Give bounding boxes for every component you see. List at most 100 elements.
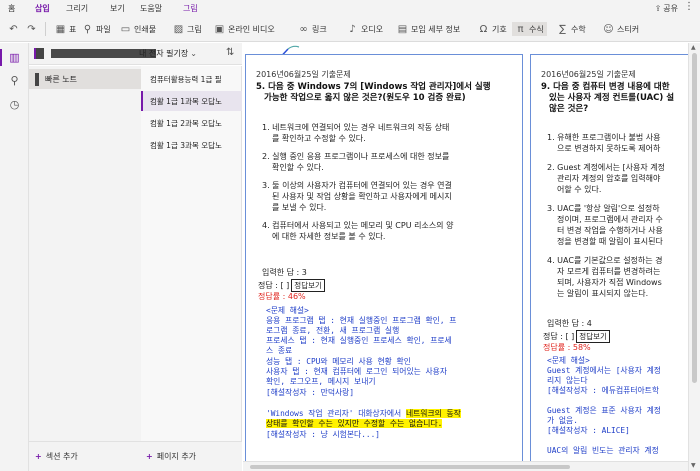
correct-answer-label: 정답 : [ ] — [258, 281, 290, 290]
option-3-line1: 3. 둘 이상의 사용자가 컴퓨터에 연결되어 있는 경우 연결 — [262, 181, 452, 190]
explanation-line: <문제 해설> — [547, 356, 590, 365]
page-item[interactable]: 컴활 1급 3과목 오답노 — [141, 135, 242, 155]
option-4-line1: 4. 컴퓨터에서 사용되고 있는 메모리 및 CPU 리소스의 양 — [262, 221, 454, 230]
printout-icon: ▭ — [120, 23, 131, 35]
math-button[interactable]: ∑ 수학 — [557, 22, 586, 36]
tab-insert[interactable]: 삽입 — [35, 3, 50, 18]
link-icon: ∞ — [299, 23, 308, 35]
option-2-line1: 2. 실행 중인 응용 프로그램이나 프로세스에 대한 정보를 — [262, 152, 450, 161]
option-3-line4: 정을 변경할 때 알림이 표시된다 — [557, 237, 663, 246]
explanation-line: 스 종료 — [266, 346, 293, 355]
chevron-down-icon: ⌄ — [190, 49, 197, 58]
video-icon: ▣ — [214, 23, 225, 35]
pi-icon: π — [517, 23, 524, 35]
option-2-line2: 확인할 수 있다. — [272, 163, 324, 172]
note-date: 2016년06월25일 기출문제 — [256, 70, 351, 79]
tab-home[interactable]: 홈 — [8, 3, 15, 14]
note-container-q5[interactable]: 2016년06월25일 기출문제 5. 다음 중 Windows 7의 [Win… — [245, 54, 523, 471]
page-item[interactable]: 컴퓨터활용능력 1급 필 — [141, 69, 242, 89]
option-2-line2: 관리자 계정의 암호를 입력해야 — [557, 174, 661, 183]
option-1-line1: 1. 네트워크에 연결되어 있는 경우 네트워크의 작동 상태 — [262, 123, 450, 132]
option-4-line1: 4. UAC를 기본값으로 설정하는 경 — [547, 256, 663, 265]
page-item-selected[interactable]: 컴활 1급 1과목 오답노 — [141, 91, 242, 111]
insert-picture-label: 그림 — [187, 24, 202, 34]
table-icon: ▦ — [55, 23, 66, 35]
page-list: 컴퓨터활용능력 1급 필 컴활 1급 1과목 오답노 컴활 1급 2과목 오답노… — [141, 66, 242, 441]
more-options-button[interactable]: ⋮ — [684, 1, 694, 12]
sort-pages-icon[interactable]: ⇅ — [226, 47, 234, 58]
math-icon: ∑ — [559, 23, 566, 35]
insert-online-video-button[interactable]: ▣ 온라인 비디오 — [214, 22, 275, 36]
option-1-line2: 를 확인하고 수정할 수 있다. — [272, 134, 366, 143]
vertical-scrollbar[interactable]: ▲ ▼ — [688, 43, 700, 471]
notebook-name-label: 내 전자 필기장 — [139, 49, 189, 58]
note-container-q9[interactable]: 2016년06월25일 기출문제 9. 다음 중 컴퓨터 변경 내용에 대한 있… — [530, 54, 688, 471]
question-text-line1: 5. 다음 중 Windows 7의 [Windows 작업 관리자]에서 실행 — [256, 82, 491, 92]
insert-equation-button[interactable]: π 수식 — [512, 22, 547, 36]
insert-audio-button[interactable]: ♪ 오디오 — [347, 22, 383, 36]
hscroll-thumb[interactable] — [250, 465, 570, 469]
share-icon: ⇪ — [654, 4, 662, 13]
tab-picture[interactable]: 그림 — [183, 3, 198, 14]
insert-online-video-label: 온라인 비디오 — [228, 24, 275, 34]
insert-printout-button[interactable]: ▭ 인쇄물 — [120, 22, 156, 36]
scroll-up-icon[interactable]: ▲ — [691, 44, 696, 51]
explanation-line: UAC의 알림 빈도는 관리자 계정 — [547, 446, 659, 455]
explanation-line: 사용자 탭 : 현재 컴퓨터에 로그인 되어있는 사용자 — [266, 367, 448, 376]
search-icon[interactable]: ⚲ — [8, 74, 21, 87]
notebook-name[interactable]: 내 전자 필기장 ⌄ — [139, 48, 197, 59]
notebooks-icon[interactable]: ▥ — [0, 49, 21, 66]
option-4-line2: 에 대한 자세한 정보를 볼 수 있다. — [272, 232, 386, 241]
add-section-button[interactable]: + 섹션 추가 — [35, 451, 78, 462]
meeting-details-button[interactable]: ▤ 모임 세부 정보 — [397, 22, 460, 36]
add-page-button[interactable]: + 페이지 추가 — [146, 451, 196, 462]
correct-rate: 정답률 : 58% — [543, 343, 591, 352]
insert-audio-label: 오디오 — [361, 24, 384, 34]
option-3-line3: 를 보낼 수 있다. — [272, 203, 327, 212]
undo-button[interactable]: ↶ — [8, 22, 22, 36]
scroll-down-icon[interactable]: ▼ — [691, 462, 696, 469]
insert-link-button[interactable]: ∞ 링크 — [298, 22, 327, 36]
insert-picture-button[interactable]: ▨ 그림 — [173, 22, 202, 36]
notebook-header[interactable]: 내 전자 필기장 ⌄ ⇅ — [29, 43, 242, 65]
insert-printout-label: 인쇄물 — [134, 24, 157, 34]
question-text-line2: 가능한 작업으로 옳지 않은 것은?(원도우 10 검증 완료) — [264, 93, 466, 103]
explanation2-highlight1: 네트워크의 동작 — [405, 409, 461, 418]
explanation-line: [해설작성자 : ALICE] — [547, 426, 630, 435]
tab-draw[interactable]: 그리기 — [66, 3, 88, 14]
insert-file-button[interactable]: ⚲ 파일 — [82, 22, 111, 36]
insert-table-button[interactable]: ▦ 표 — [55, 22, 77, 36]
explanation-line: 응용 프로그램 탭 : 현재 실행중인 프로그램 확인, 프 — [266, 316, 457, 325]
question-text-line3: 않은 것은? — [549, 104, 589, 114]
recent-clock-icon[interactable]: ◷ — [8, 98, 21, 111]
scroll-thumb[interactable] — [692, 53, 697, 383]
redo-button[interactable]: ↷ — [26, 22, 40, 36]
page-canvas[interactable]: 2016년06월25일 기출문제 5. 다음 중 Windows 7의 [Win… — [243, 43, 688, 471]
question-text-line2: 있는 사용자 계정 컨트롤(UAC) 설 — [549, 93, 675, 103]
page-item[interactable]: 컴활 1급 2과목 오답노 — [141, 113, 242, 133]
option-1-line1: 1. 유해한 프로그램이나 불법 사용 — [547, 133, 661, 142]
correct-answer-label: 정답 : [ ] — [543, 332, 575, 341]
tab-help[interactable]: 도움말 — [140, 3, 162, 14]
insert-link-label: 링크 — [312, 24, 327, 34]
add-section-label: 섹션 추가 — [45, 452, 78, 461]
tab-view[interactable]: 보기 — [110, 3, 125, 14]
explanation-line: Guest 계정에서는 [사용자 계정 — [547, 366, 661, 375]
insert-symbol-button[interactable]: Ω 기호 — [478, 22, 507, 36]
explanation2-line2: 상태를 확인할 수는 있지만 수정할 수는 없습니다. — [266, 419, 443, 429]
explanation2-pre: 'Windows 작업 관리자' 대화상자에서 — [266, 409, 406, 418]
ribbon: ↶ ↷ ▦ 표 ⚲ 파일 ▭ 인쇄물 ▨ 그림 ▣ 온라인 비디오 ∞ 링크 ♪ 오디오 ▤ 모… — [0, 16, 700, 42]
meeting-details-label: 모임 세부 정보 — [411, 24, 461, 34]
question-text-line1: 9. 다음 중 컴퓨터 변경 내용에 대한 — [541, 82, 670, 92]
section-item-quick-notes[interactable]: 빠른 노트 — [29, 69, 141, 89]
share-button[interactable]: ⇪ 공유 — [655, 3, 678, 14]
option-3-line1: 3. UAC를 '항상 알림'으로 설정하 — [547, 204, 660, 213]
option-2-line1: 2. Guest 계정에서는 [사용자 계정 — [547, 163, 666, 172]
explanation-author: [해설작성자 : 만덕사랑] — [266, 388, 355, 397]
option-1-line2: 으로 변경하지 못하도록 제어하 — [557, 144, 661, 153]
note-date: 2016년06월25일 기출문제 — [541, 70, 636, 79]
calendar-icon: ▤ — [397, 23, 408, 35]
horizontal-scrollbar[interactable] — [243, 461, 688, 471]
sticker-label: 스티커 — [617, 24, 640, 34]
sticker-button[interactable]: ☺ 스티커 — [603, 22, 639, 36]
